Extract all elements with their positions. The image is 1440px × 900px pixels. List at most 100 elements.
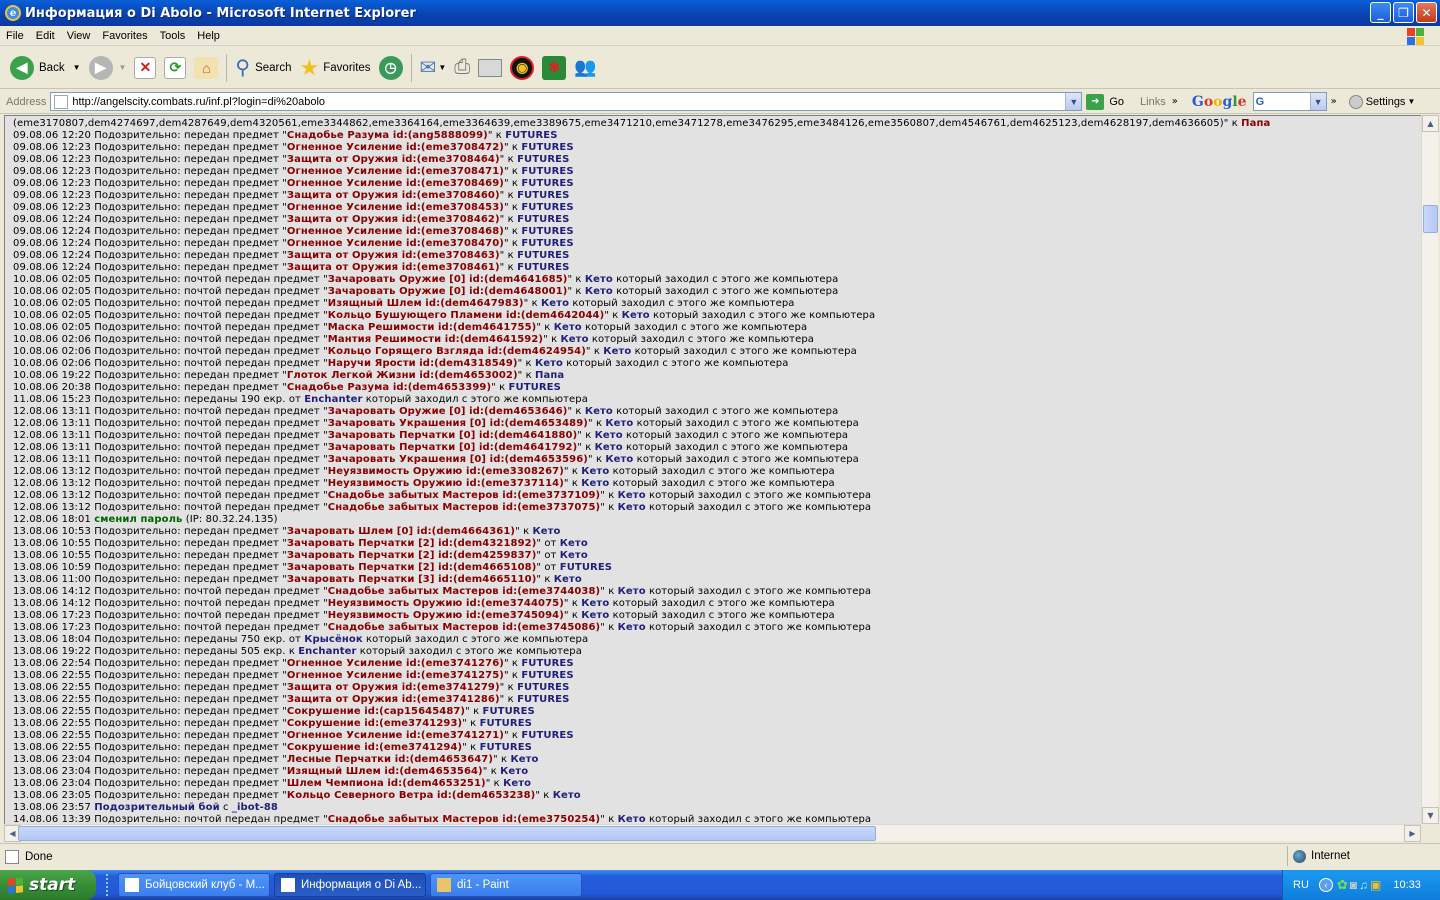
home-button[interactable]: ⌂ <box>190 51 222 85</box>
log-user[interactable]: Кето <box>618 490 646 501</box>
log-item[interactable]: Зачаровать Оружие [0] id:(dem4648001) <box>328 286 568 297</box>
log-item[interactable]: Зачаровать Украшения [0] id:(dem4653489) <box>328 418 588 429</box>
addon-button-2[interactable]: ✻ <box>538 51 570 85</box>
log-user[interactable]: Кето <box>510 754 538 765</box>
log-item[interactable]: Папа <box>1241 118 1270 129</box>
log-item[interactable]: Зачаровать Украшения [0] id:(dem4653596) <box>328 454 588 465</box>
log-item[interactable]: Зачаровать Перчатки [2] id:(dem4665108) <box>287 562 536 573</box>
network-icon[interactable]: ◙ <box>1350 878 1357 892</box>
log-user[interactable]: FUTURES <box>480 742 532 753</box>
log-user[interactable]: Кето <box>560 538 588 549</box>
links-label[interactable]: Links <box>1140 96 1166 108</box>
log-item[interactable]: Неуязвимость Оружию id:(eme3308267) <box>328 466 564 477</box>
volume-icon[interactable]: ♫ <box>1359 878 1368 892</box>
log-user[interactable]: FUTURES <box>521 658 573 669</box>
log-user[interactable]: FUTURES <box>521 166 573 177</box>
log-item[interactable]: Защита от Оружия id:(eme3741279) <box>287 682 500 693</box>
icq-icon[interactable]: ✿ <box>1337 877 1348 893</box>
log-user[interactable]: FUTURES <box>521 202 573 213</box>
scroll-right-icon[interactable]: ▶ <box>1404 825 1421 842</box>
log-item[interactable]: Изящный Шлем id:(dem4653564) <box>287 766 483 777</box>
log-item[interactable]: Огненное Усиление id:(eme3741276) <box>287 658 504 669</box>
log-user[interactable]: FUTURES <box>483 706 535 717</box>
log-item[interactable]: Неуязвимость Оружию id:(eme3737114) <box>328 478 564 489</box>
log-user[interactable]: FUTURES <box>521 670 573 681</box>
log-suspicious-battle[interactable]: Подозрительный бой <box>94 802 220 813</box>
log-user[interactable]: Кето <box>533 526 561 537</box>
log-user[interactable]: Кето <box>553 790 581 801</box>
task-button-3[interactable]: di1 - Paint <box>430 873 582 897</box>
log-user[interactable]: FUTURES <box>521 730 573 741</box>
log-user[interactable]: Папа <box>535 370 564 381</box>
log-item[interactable]: Зачаровать Перчатки [2] id:(dem4259837) <box>287 550 536 561</box>
log-user[interactable]: Кето <box>554 574 582 585</box>
log-user[interactable]: Кето <box>560 550 588 561</box>
menu-favorites[interactable]: Favorites <box>96 30 153 42</box>
log-user[interactable]: Кето <box>535 358 563 369</box>
start-button[interactable]: start <box>0 870 96 900</box>
log-user[interactable]: Кето <box>585 406 613 417</box>
log-item[interactable]: Зачаровать Оружие [0] id:(dem4641685) <box>328 274 568 285</box>
log-user[interactable]: FUTURES <box>521 238 573 249</box>
go-button[interactable]: ➜ Go <box>1086 93 1124 110</box>
log-item[interactable]: Мантия Решимости id:(dem4641592) <box>328 334 543 345</box>
log-user[interactable]: Кето <box>554 322 582 333</box>
log-item[interactable]: Снадобье забытых Мастеров id:(eme3744038… <box>328 586 600 597</box>
print-button[interactable]: ⎙ <box>450 51 474 85</box>
task-button-1[interactable]: Бойцовский клуб - M... <box>118 873 270 897</box>
log-item[interactable]: Огненное Усиление id:(eme3741275) <box>287 670 504 681</box>
log-user[interactable]: Кето <box>605 454 633 465</box>
log-item[interactable]: Сокрушение id:(eme3741294) <box>287 742 462 753</box>
log-user[interactable]: FUTURES <box>517 214 569 225</box>
google-settings-button[interactable]: Settings ▼ <box>1348 94 1415 109</box>
log-user[interactable]: Кето <box>618 622 646 633</box>
log-item[interactable]: Неуязвимость Оружию id:(eme3745094) <box>328 610 564 621</box>
log-user[interactable]: FUTURES <box>517 250 569 261</box>
log-item[interactable]: Зачаровать Перчатки [0] id:(dem4641880) <box>328 430 577 441</box>
log-item[interactable]: Огненное Усиление id:(eme3741271) <box>287 730 504 741</box>
log-user[interactable]: Кето <box>618 502 646 513</box>
log-user[interactable]: FUTURES <box>517 154 569 165</box>
log-user[interactable]: Enchanter <box>304 394 362 405</box>
log-user[interactable]: Кето <box>581 478 609 489</box>
horizontal-scrollbar[interactable]: ◀ ▶ <box>4 824 1421 842</box>
links-chevron-icon[interactable]: » <box>1172 96 1178 107</box>
messenger-button[interactable]: 👥 <box>570 51 600 85</box>
refresh-button[interactable]: ⟳ <box>160 51 190 85</box>
log-item[interactable]: Огненное Усиление id:(eme3708472) <box>287 142 504 153</box>
log-user[interactable]: Кето <box>595 442 623 453</box>
log-item[interactable]: Снадобье забытых Мастеров id:(eme3737075… <box>328 502 600 513</box>
log-user[interactable]: Кето <box>581 610 609 621</box>
log-user[interactable]: Кето <box>561 334 589 345</box>
log-item[interactable]: Сокрушение id:(cap15645487) <box>287 706 465 717</box>
log-user[interactable]: Кето <box>618 814 646 824</box>
google-search-input[interactable]: G ▼ <box>1252 92 1327 111</box>
log-user[interactable]: Кето <box>581 598 609 609</box>
log-user[interactable]: Крысёнок <box>304 634 362 645</box>
log-item[interactable]: Зачаровать Шлем [0] id:(dem4664361) <box>287 526 515 537</box>
log-item[interactable]: Зачаровать Перчатки [0] id:(dem4641792) <box>328 442 577 453</box>
log-user[interactable]: Кето <box>595 430 623 441</box>
log-item[interactable]: Лесные Перчатки id:(dem4653647) <box>287 754 493 765</box>
log-item[interactable]: Неуязвимость Оружию id:(eme3744075) <box>328 598 564 609</box>
maximize-button[interactable]: ❐ <box>1393 2 1414 23</box>
log-user[interactable]: FUTURES <box>521 142 573 153</box>
log-item[interactable]: Огненное Усиление id:(eme3708453) <box>287 202 504 213</box>
log-item[interactable]: Шлем Чемпиона id:(dem4653251) <box>287 778 486 789</box>
log-user[interactable]: FUTURES <box>517 190 569 201</box>
log-item[interactable]: Маска Решимости id:(dem4641755) <box>328 322 537 333</box>
log-item[interactable]: Снадобье Разума id:(dem4653399) <box>287 382 491 393</box>
log-user[interactable]: FUTURES <box>521 178 573 189</box>
log-item[interactable]: Защита от Оружия id:(eme3708463) <box>287 250 500 261</box>
favorites-button[interactable]: ★ Favorites <box>296 51 375 85</box>
menu-edit[interactable]: Edit <box>30 30 61 42</box>
log-user[interactable]: Кето <box>622 310 650 321</box>
log-user[interactable]: FUTURES <box>505 130 557 141</box>
log-item[interactable]: Сокрушение id:(eme3741293) <box>287 718 462 729</box>
scroll-down-icon[interactable]: ▼ <box>1422 807 1439 824</box>
log-item[interactable]: Огненное Усиление id:(eme3708468) <box>287 226 504 237</box>
log-item[interactable]: Глоток Легкой Жизни id:(dem4653002) <box>287 370 518 381</box>
log-item[interactable]: Кольцо Северного Ветра id:(dem4653238) <box>287 790 535 801</box>
log-item[interactable]: Огненное Усиление id:(eme3708470) <box>287 238 504 249</box>
log-item[interactable]: Защита от Оружия id:(eme3708464) <box>287 154 500 165</box>
